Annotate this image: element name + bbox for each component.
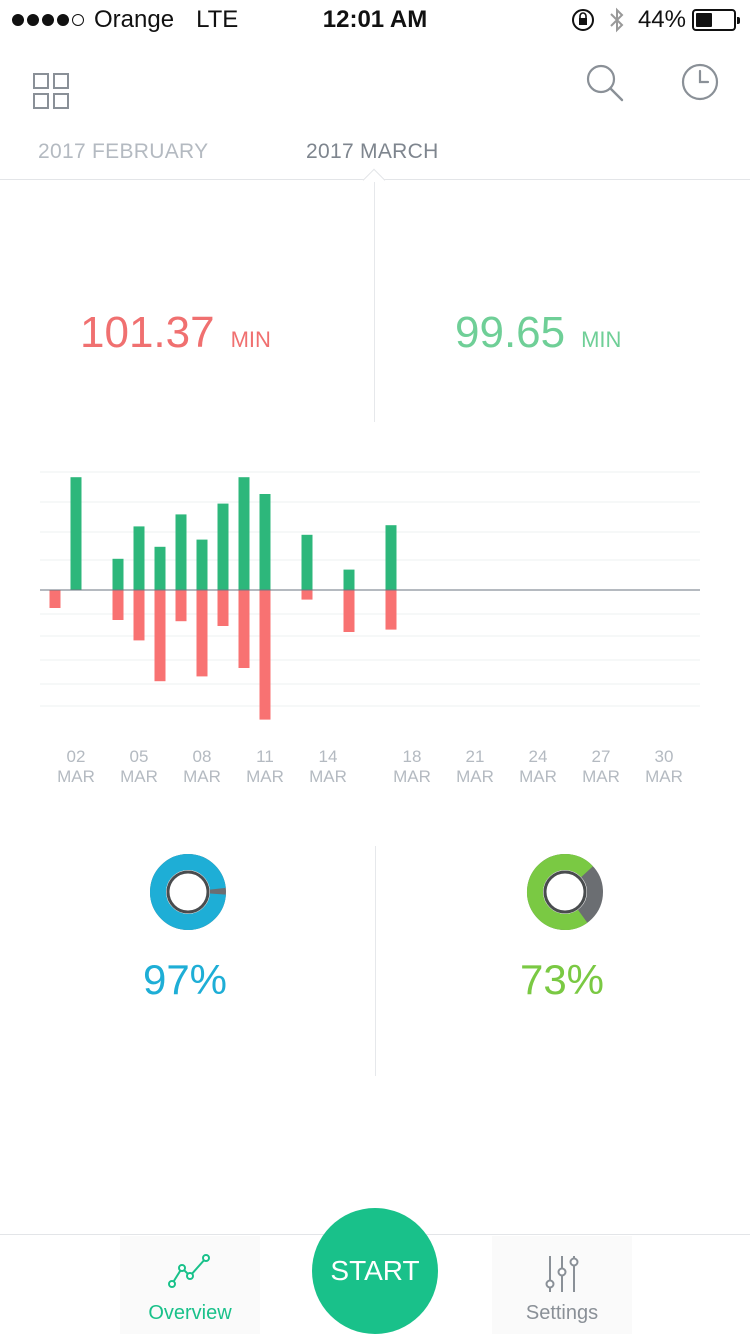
battery-level: [696, 13, 712, 27]
tab-march[interactable]: 2017 MARCH: [306, 140, 439, 164]
x-tick-day: 30: [655, 747, 674, 766]
bar-positive: [112, 558, 124, 590]
bar-negative: [196, 590, 208, 677]
donut-inner-ring: [543, 870, 587, 914]
stat-right-unit: MIN: [581, 327, 622, 352]
bar-positive: [259, 494, 271, 590]
bar-negative: [259, 590, 271, 720]
x-tick-day: 11: [256, 747, 274, 766]
bar-positive: [154, 546, 166, 590]
bar-positive: [133, 526, 145, 590]
stats-divider: [374, 182, 375, 422]
x-tick-day: 18: [403, 747, 422, 766]
start-button[interactable]: START: [312, 1208, 438, 1334]
bar-negative: [154, 590, 166, 682]
x-tick-day: 21: [466, 747, 485, 766]
status-right: 44%: [570, 6, 740, 34]
donut-chart-left: [150, 854, 226, 930]
nav-settings[interactable]: Settings: [492, 1236, 632, 1334]
battery-icon: [692, 9, 740, 31]
battery-nub: [737, 17, 740, 24]
bar-positive: [385, 525, 397, 590]
bar-negative: [385, 590, 397, 630]
donut-right: [525, 852, 605, 937]
nav-overview-label: Overview: [148, 1302, 232, 1324]
donut-right-label: 73%: [519, 956, 605, 1003]
x-tick-day: 08: [193, 747, 212, 766]
x-tick-month: MAR: [309, 767, 347, 786]
donut-inner-ring: [166, 870, 210, 914]
bar-negative: [133, 590, 145, 641]
bar-negative: [301, 590, 313, 600]
stat-right: 99.65 MIN: [455, 308, 621, 358]
bar-negative: [343, 590, 355, 632]
x-tick-month: MAR: [57, 767, 95, 786]
history-button[interactable]: [680, 62, 720, 107]
bar-negative: [217, 590, 229, 626]
grid-icon: [33, 73, 69, 109]
bar-negative: [175, 590, 187, 622]
donut-chart-right: [527, 854, 603, 930]
grid-menu-button[interactable]: [32, 72, 72, 117]
donut-left: [148, 852, 228, 937]
x-tick-day: 05: [130, 747, 149, 766]
x-tick-month: MAR: [246, 767, 284, 786]
bar-negative: [49, 590, 61, 608]
bar-positive: [238, 477, 250, 590]
x-tick-day: 02: [67, 747, 86, 766]
clock-icon: [681, 63, 719, 101]
x-tick-day: 24: [529, 747, 548, 766]
nav-overview[interactable]: Overview: [120, 1236, 260, 1334]
bar-positive: [343, 569, 355, 590]
x-tick-month: MAR: [582, 767, 620, 786]
x-tick-day: 14: [319, 747, 338, 766]
x-tick-month: MAR: [645, 767, 683, 786]
stat-left: 101.37 MIN: [80, 308, 271, 358]
bar-positive: [175, 514, 187, 590]
x-tick-month: MAR: [120, 767, 158, 786]
line-chart-icon: [168, 1254, 210, 1288]
x-tick-month: MAR: [519, 767, 557, 786]
bar-negative: [238, 590, 250, 668]
stat-left-value: 101.37: [80, 308, 215, 357]
bluetooth-icon: [610, 7, 624, 33]
stat-left-unit: MIN: [230, 327, 271, 352]
search-icon: [586, 64, 624, 102]
battery-percent: 44%: [637, 6, 686, 33]
donut-left-label: 97%: [142, 956, 228, 1003]
orientation-lock-icon: [571, 9, 594, 31]
nav-settings-label: Settings: [525, 1302, 599, 1324]
x-tick-day: 27: [592, 747, 611, 766]
search-button[interactable]: [584, 62, 626, 109]
status-bar: Orange LTE 12:01 AM 44%: [0, 0, 750, 40]
stat-right-value: 99.65: [455, 308, 566, 357]
x-tick-month: MAR: [393, 767, 431, 786]
bar-positive: [217, 503, 229, 590]
bar-positive: [196, 539, 208, 590]
bar-positive: [70, 477, 82, 590]
bar-negative: [112, 590, 124, 620]
daily-bar-chart: 02MAR05MAR08MAR11MAR14MAR18MAR21MAR24MAR…: [40, 471, 700, 786]
x-tick-month: MAR: [183, 767, 221, 786]
donut-divider: [375, 846, 376, 1076]
x-tick-month: MAR: [456, 767, 494, 786]
sliders-icon: [545, 1256, 579, 1292]
bar-positive: [301, 534, 313, 590]
tab-february[interactable]: 2017 FEBRUARY: [38, 140, 208, 164]
